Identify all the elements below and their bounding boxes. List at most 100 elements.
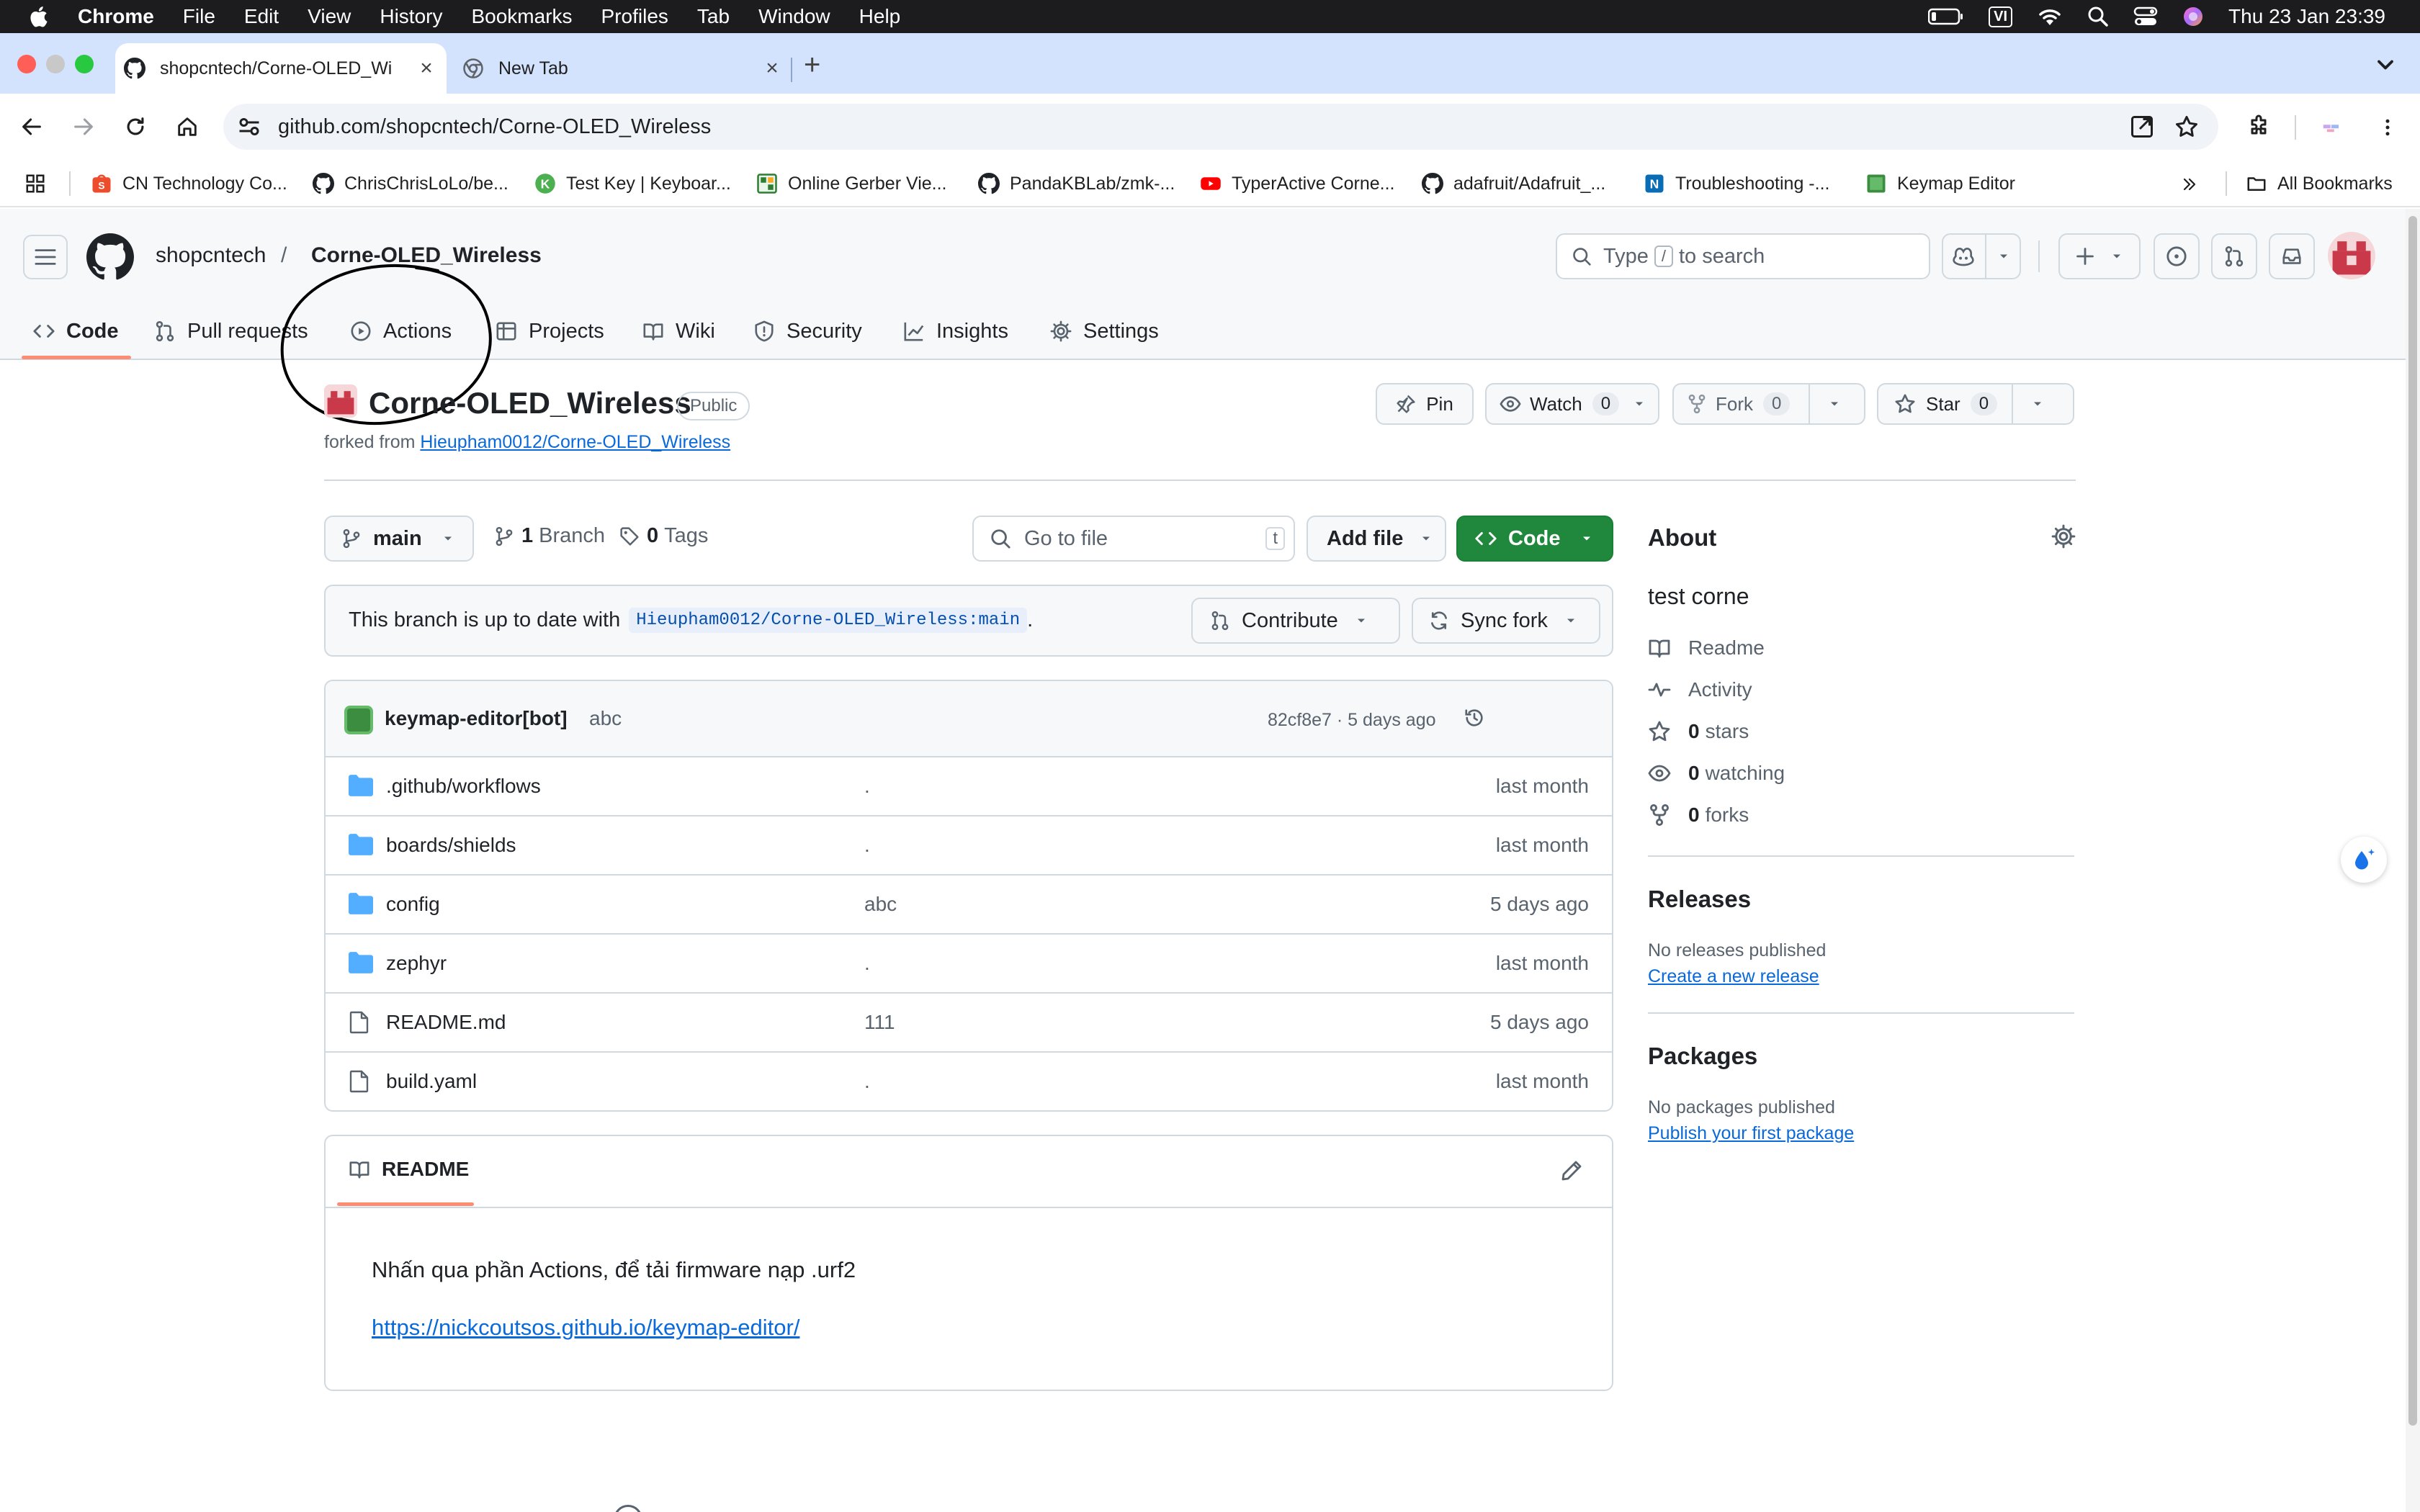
file-name[interactable]: build.yaml [386, 1070, 477, 1093]
sidebar-forks-link[interactable]: 0 forks [1648, 804, 1749, 827]
pencil-edit-icon[interactable] [1560, 1159, 1583, 1182]
bookmark-item[interactable]: Online Gerber Vie... [756, 173, 946, 194]
tab-close-icon[interactable]: × [758, 56, 786, 81]
battery-icon[interactable] [1928, 7, 1964, 26]
global-nav-menu-button[interactable] [23, 235, 68, 279]
floating-assistant-button[interactable] [2341, 837, 2387, 883]
releases-heading[interactable]: Releases [1648, 886, 1751, 913]
file-name[interactable]: config [386, 893, 440, 916]
repo-title[interactable]: Corne-OLED_Wireless [369, 386, 691, 420]
chrome-menu-dots-icon[interactable] [2377, 115, 2398, 140]
table-row[interactable]: config abc 5 days ago [326, 874, 1612, 933]
input-source-indicator[interactable]: VI [1989, 6, 2013, 27]
nav-security[interactable]: Security [753, 302, 862, 360]
user-avatar[interactable] [2328, 232, 2375, 279]
commit-author[interactable]: keymap-editor[bot] [385, 707, 568, 730]
all-bookmarks-button[interactable]: All Bookmarks [2246, 173, 2393, 194]
create-release-link[interactable]: Create a new release [1648, 966, 1819, 987]
copilot-button[interactable] [1942, 233, 2021, 279]
fork-button[interactable]: Fork 0 [1672, 383, 1865, 425]
sync-branch-ref[interactable]: Hieupham0012/Corne-OLED_Wireless:main [629, 608, 1028, 633]
extensions-puzzle-icon[interactable] [2246, 114, 2272, 140]
site-info-icon[interactable] [236, 114, 262, 140]
readme-link[interactable]: https://nickcoutsos.github.io/keymap-edi… [372, 1315, 799, 1341]
open-in-app-icon[interactable] [2129, 114, 2155, 140]
bookmark-item[interactable]: Keymap Editor [1865, 173, 2015, 194]
add-file-button[interactable]: Add file [1307, 516, 1446, 562]
table-row[interactable]: build.yaml . last month [326, 1051, 1612, 1110]
nav-insights[interactable]: Insights [903, 302, 1008, 360]
file-name[interactable]: zephyr [386, 952, 447, 975]
menu-tab[interactable]: Tab [697, 5, 730, 28]
spotlight-search-icon[interactable] [2087, 6, 2109, 27]
bookmark-item[interactable]: N Troubleshooting -... [1644, 173, 1829, 194]
forked-from-link[interactable]: Hieupham0012/Corne-OLED_Wireless [420, 432, 730, 452]
window-minimize-button[interactable] [46, 55, 65, 73]
github-logo-icon[interactable] [86, 233, 134, 281]
window-close-button[interactable] [17, 55, 36, 73]
bookmark-item[interactable]: ChrisChrisLoLo/be... [313, 173, 508, 194]
branch-selector[interactable]: main [324, 516, 474, 562]
tab-search-chevron-icon[interactable] [2372, 52, 2398, 78]
reload-button[interactable] [118, 109, 153, 144]
footer-github-logo-icon[interactable] [614, 1505, 642, 1512]
readme-tab[interactable]: README [349, 1158, 469, 1181]
file-name[interactable]: boards/shields [386, 834, 516, 857]
table-row[interactable]: zephyr . last month [326, 933, 1612, 992]
tags-link[interactable]: 0 Tags [619, 524, 708, 548]
file-commit-message[interactable]: . [864, 952, 870, 975]
sidebar-activity-link[interactable]: Activity [1648, 678, 1752, 701]
breadcrumb-owner[interactable]: shopcntech [156, 243, 266, 268]
menu-file[interactable]: File [183, 5, 215, 28]
commits-link[interactable] [1464, 707, 1492, 729]
nav-projects[interactable]: Projects [496, 302, 604, 360]
tab-new-tab[interactable]: New Tab × [454, 43, 792, 94]
contribute-button[interactable]: Contribute [1191, 598, 1400, 644]
table-row[interactable]: .github/workflows . last month [326, 756, 1612, 815]
pull-requests-button[interactable] [2211, 233, 2257, 279]
file-commit-message[interactable]: . [864, 834, 870, 857]
menu-app-chrome[interactable]: Chrome [78, 5, 154, 28]
inbox-button[interactable] [2269, 233, 2315, 279]
file-commit-message[interactable]: abc [864, 893, 897, 916]
branches-link[interactable]: 1 Branch [494, 524, 605, 548]
chevron-down-icon[interactable] [2030, 397, 2045, 411]
menu-window[interactable]: Window [758, 5, 830, 28]
menu-history[interactable]: History [380, 5, 442, 28]
siri-icon[interactable] [2182, 6, 2204, 27]
menu-help[interactable]: Help [859, 5, 901, 28]
gear-icon[interactable] [2051, 524, 2076, 549]
forward-button[interactable] [66, 109, 101, 144]
scrollbar-thumb[interactable] [2408, 216, 2417, 1426]
bookmark-item[interactable]: adafruit/Adafruit_... [1422, 173, 1605, 194]
chevron-down-icon[interactable] [1827, 397, 1842, 411]
bookmark-star-icon[interactable] [2174, 114, 2200, 140]
go-to-file-input[interactable]: Go to file t [972, 516, 1295, 562]
watch-button[interactable]: Watch 0 [1485, 383, 1659, 425]
file-commit-message[interactable]: . [864, 1070, 870, 1093]
sidebar-watching-link[interactable]: 0 watching [1648, 762, 1785, 785]
github-search-input[interactable]: Type / to search [1556, 233, 1930, 279]
page-scrollbar[interactable] [2406, 209, 2420, 1512]
omnibox[interactable]: github.com/shopcntech/Corne-OLED_Wireles… [223, 104, 2218, 150]
table-row[interactable]: README.md 111 5 days ago [326, 992, 1612, 1051]
url-text[interactable]: github.com/shopcntech/Corne-OLED_Wireles… [278, 115, 2129, 139]
sidebar-stars-link[interactable]: 0 stars [1648, 720, 1749, 743]
tab-github-repo[interactable]: shopcntech/Corne-OLED_Wi × [115, 43, 447, 94]
file-commit-message[interactable]: 111 [864, 1011, 895, 1034]
star-button[interactable]: Star 0 [1877, 383, 2074, 425]
home-button[interactable] [170, 109, 205, 144]
tab-close-icon[interactable]: × [412, 56, 441, 81]
new-tab-plus-icon[interactable]: + [804, 49, 820, 81]
bookmark-item[interactable]: K Test Key | Keyboar... [534, 173, 731, 194]
apps-grid-icon[interactable] [24, 173, 46, 194]
create-new-button[interactable] [2058, 233, 2141, 279]
extension-keymap-icon[interactable] [2321, 117, 2342, 138]
wifi-icon[interactable] [2037, 6, 2063, 27]
nav-settings[interactable]: Settings [1050, 302, 1159, 360]
bookmark-item[interactable]: TyperActive Corne... [1200, 173, 1394, 194]
file-commit-message[interactable]: . [864, 775, 870, 798]
packages-heading[interactable]: Packages [1648, 1043, 1757, 1070]
file-name[interactable]: .github/workflows [386, 775, 541, 798]
table-row[interactable]: boards/shields . last month [326, 815, 1612, 874]
